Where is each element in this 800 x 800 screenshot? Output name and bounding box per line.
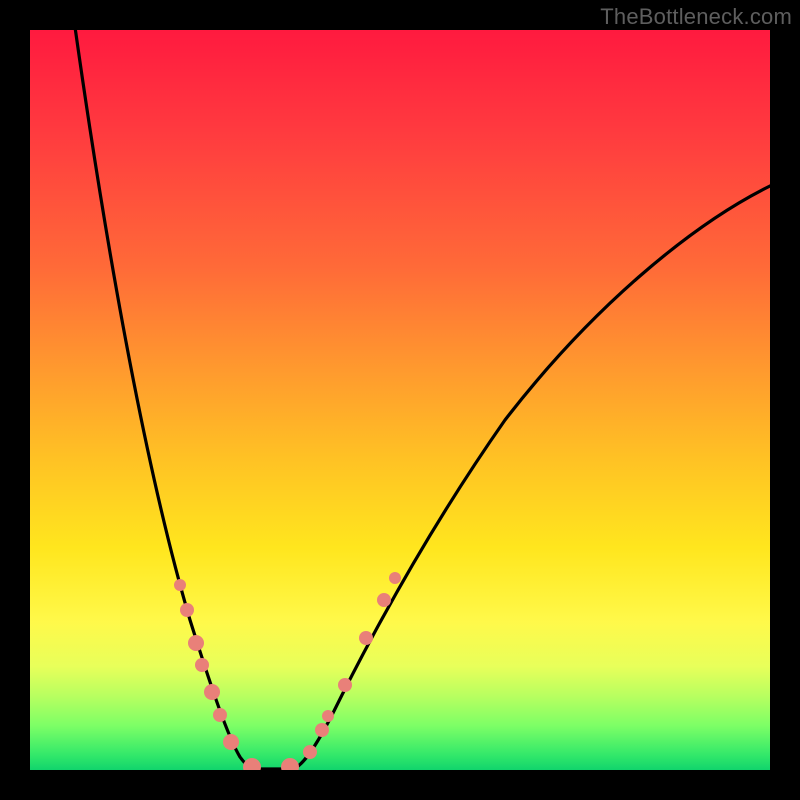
- marker-dot: [322, 710, 334, 722]
- curve-left-branch: [74, 30, 253, 769]
- marker-dot: [195, 658, 209, 672]
- marker-dot: [188, 635, 204, 651]
- marker-dot: [204, 684, 220, 700]
- chart-plot-area: [30, 30, 770, 770]
- curve-right-branch: [293, 185, 770, 769]
- chart-stage: TheBottleneck.com: [0, 0, 800, 800]
- marker-dot: [180, 603, 194, 617]
- marker-dot: [377, 593, 391, 607]
- marker-dot: [223, 734, 239, 750]
- marker-dot: [303, 745, 317, 759]
- marker-dot: [389, 572, 401, 584]
- branding-watermark: TheBottleneck.com: [600, 4, 792, 30]
- marker-dot: [243, 758, 261, 770]
- marker-dot: [359, 631, 373, 645]
- marker-dot: [174, 579, 186, 591]
- marker-dot: [315, 723, 329, 737]
- marker-dot: [338, 678, 352, 692]
- marker-dot: [281, 758, 299, 770]
- marker-dot: [213, 708, 227, 722]
- chart-curve-layer: [30, 30, 770, 770]
